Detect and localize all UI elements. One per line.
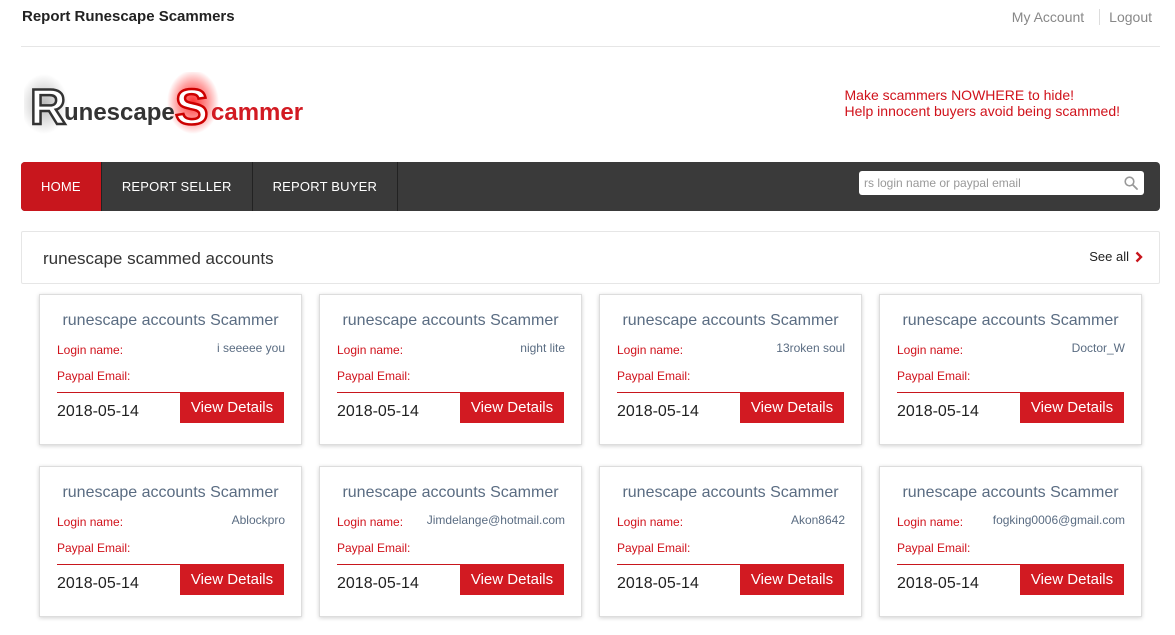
view-details-button[interactable]: View Details xyxy=(1020,564,1124,595)
my-account-link[interactable]: My Account xyxy=(1012,9,1084,25)
logo-word-runescape: unescape xyxy=(64,99,175,126)
report-date: 2018-05-14 xyxy=(337,575,419,592)
slogan-line-1: Make scammers NOWHERE to hide! xyxy=(844,87,1075,103)
logout-link[interactable]: Logout xyxy=(1109,9,1152,25)
site-title: Report Runescape Scammers xyxy=(22,8,235,25)
search-icon[interactable] xyxy=(1124,176,1138,190)
paypal-email-label: Paypal Email: xyxy=(57,369,131,383)
chevron-right-icon xyxy=(1135,251,1143,262)
report-date: 2018-05-14 xyxy=(897,575,979,592)
scammer-card: runescape accounts Scammer Login name: nig… xyxy=(319,294,582,445)
login-name-label: Login name: xyxy=(337,343,404,357)
login-name-label: Login name: xyxy=(57,343,124,357)
paypal-email-label: Paypal Email: xyxy=(897,369,971,383)
report-date: 2018-05-14 xyxy=(57,575,139,592)
card-title[interactable]: runescape accounts Scammer xyxy=(600,484,861,502)
paypal-email-label: Paypal Email: xyxy=(57,541,131,555)
scammer-card: runescape accounts Scammer Login name: fog… xyxy=(879,466,1142,617)
login-name-value: Ablockpro xyxy=(231,513,285,527)
login-name-value: night lite xyxy=(520,341,565,355)
scammer-card: runescape accounts Scammer Login name: Jim… xyxy=(319,466,582,617)
see-all-link[interactable]: See all xyxy=(1089,249,1143,264)
see-all-label: See all xyxy=(1089,249,1129,264)
view-details-button[interactable]: View Details xyxy=(1020,392,1124,423)
login-name-label: Login name: xyxy=(897,343,964,357)
login-name-label: Login name: xyxy=(617,515,684,529)
card-title[interactable]: runescape accounts Scammer xyxy=(320,312,581,330)
login-name-value: Jimdelange@hotmail.com xyxy=(426,513,565,527)
top-bar: Report Runescape Scammers My Account Log… xyxy=(21,0,1160,47)
view-details-button[interactable]: View Details xyxy=(460,564,564,595)
search-box xyxy=(859,171,1144,195)
paypal-email-label: Paypal Email: xyxy=(617,369,691,383)
section-title: runescape scammed accounts xyxy=(43,249,274,268)
scammer-card: runescape accounts Scammer Login name: 13r… xyxy=(599,294,862,445)
search-input[interactable] xyxy=(859,171,1109,195)
login-name-value: i seeeee you xyxy=(216,341,285,355)
report-date: 2018-05-14 xyxy=(617,403,699,420)
view-details-button[interactable]: View Details xyxy=(180,564,284,595)
report-date: 2018-05-14 xyxy=(617,575,699,592)
login-name-label: Login name: xyxy=(57,515,124,529)
account-links: My Account Logout xyxy=(1012,9,1152,25)
paypal-email-label: Paypal Email: xyxy=(337,541,411,555)
divider xyxy=(1099,9,1101,25)
logo-letter-s: S xyxy=(175,79,208,134)
scammer-card: runescape accounts Scammer Login name: Doc… xyxy=(879,294,1142,445)
logo-image: R unescape S cammer xyxy=(20,70,303,136)
card-title[interactable]: runescape accounts Scammer xyxy=(40,312,301,330)
paypal-email-label: Paypal Email: xyxy=(897,541,971,555)
report-date: 2018-05-14 xyxy=(337,403,419,420)
report-date: 2018-05-14 xyxy=(897,403,979,420)
login-name-label: Login name: xyxy=(337,515,404,529)
view-details-button[interactable]: View Details xyxy=(740,564,844,595)
login-name-label: Login name: xyxy=(897,515,964,529)
card-title[interactable]: runescape accounts Scammer xyxy=(880,484,1141,502)
logo-letter-r: R xyxy=(30,79,66,134)
card-title[interactable]: runescape accounts Scammer xyxy=(40,484,301,502)
scammer-card: runescape accounts Scammer Login name: Abl… xyxy=(39,466,302,617)
paypal-email-label: Paypal Email: xyxy=(337,369,411,383)
login-name-value: Akon8642 xyxy=(790,513,845,527)
card-title[interactable]: runescape accounts Scammer xyxy=(880,312,1141,330)
slogan-line-2: Help innocent buyers avoid being scammed… xyxy=(844,103,1121,119)
nav-home[interactable]: HOME xyxy=(21,162,102,211)
report-date: 2018-05-14 xyxy=(57,403,139,420)
scammer-card: runescape accounts Scammer Login name: Ako… xyxy=(599,466,862,617)
view-details-button[interactable]: View Details xyxy=(740,392,844,423)
login-name-label: Login name: xyxy=(617,343,684,357)
login-name-value: fogking0006@gmail.com xyxy=(992,513,1125,527)
card-title[interactable]: runescape accounts Scammer xyxy=(600,312,861,330)
section-header: runescape scammed accounts See all xyxy=(21,231,1160,284)
login-name-value: Doctor_W xyxy=(1071,341,1125,355)
logo-word-scammer: cammer xyxy=(211,99,303,126)
slogan: Make scammers NOWHERE to hide! Help inno… xyxy=(845,87,1121,119)
nav-report-seller[interactable]: REPORT SELLER xyxy=(102,162,253,211)
view-details-button[interactable]: View Details xyxy=(180,392,284,423)
paypal-email-label: Paypal Email: xyxy=(617,541,691,555)
nav-report-buyer[interactable]: REPORT BUYER xyxy=(253,162,399,211)
scammer-card: runescape accounts Scammer Login name: i s… xyxy=(39,294,302,445)
login-name-value: 13roken soul xyxy=(776,341,845,355)
site-logo[interactable]: R unescape S cammer xyxy=(20,70,324,136)
view-details-button[interactable]: View Details xyxy=(460,392,564,423)
card-title[interactable]: runescape accounts Scammer xyxy=(320,484,581,502)
main-nav: HOME REPORT SELLER REPORT BUYER xyxy=(21,162,1160,211)
